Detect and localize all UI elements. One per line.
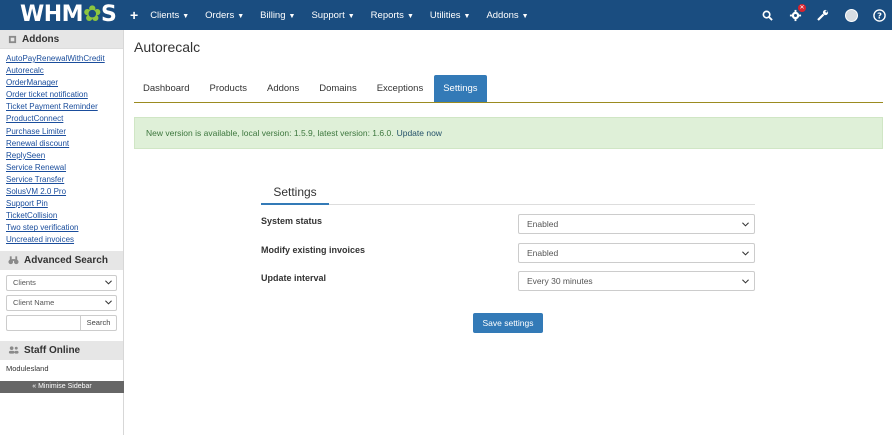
- system-status-select[interactable]: Enabled: [518, 214, 755, 234]
- caret-down-icon: ▼: [521, 12, 529, 20]
- addon-link[interactable]: Service Renewal: [6, 162, 117, 174]
- addon-link[interactable]: SolusVM 2.0 Pro: [6, 186, 117, 198]
- setting-row-modify-invoices: Modify existing invoices Enabled: [261, 243, 755, 263]
- addon-link[interactable]: Support Pin: [6, 198, 117, 210]
- setting-label: Update interval: [261, 273, 327, 283]
- chevron-down-icon: [742, 221, 749, 227]
- tab-settings[interactable]: Settings: [434, 75, 487, 102]
- addon-link[interactable]: ReplySeen: [6, 150, 117, 162]
- nav-clients[interactable]: Clients ▼: [150, 10, 189, 21]
- chevron-down-icon: [105, 280, 112, 285]
- module-tabs: Dashboard Products Addons Domains Except…: [134, 74, 883, 103]
- select-value: Enabled: [527, 219, 559, 229]
- update-alert: New version is available, local version:…: [134, 117, 883, 149]
- addon-link[interactable]: Order ticket notification: [6, 89, 117, 101]
- setting-row-update-interval: Update interval Every 30 minutes: [261, 271, 755, 291]
- caret-down-icon: ▼: [182, 12, 190, 20]
- addon-link[interactable]: OrderManager: [6, 77, 117, 89]
- chevron-down-icon: [105, 300, 112, 305]
- staff-online-header: Staff Online: [0, 340, 123, 360]
- settings-section-header: Settings: [261, 184, 755, 205]
- tab-exceptions[interactable]: Exceptions: [368, 75, 432, 102]
- help-icon[interactable]: ?: [872, 8, 886, 22]
- whmcs-logo[interactable]: WHM✿S: [20, 2, 124, 28]
- settings-heading: Settings: [261, 184, 329, 205]
- tab-addons[interactable]: Addons: [258, 75, 308, 102]
- nav-addons[interactable]: Addons ▼: [486, 10, 528, 21]
- addon-link[interactable]: Uncreated invoices: [6, 234, 117, 246]
- addon-link[interactable]: ProductConnect: [6, 113, 117, 125]
- setting-label: Modify existing invoices: [261, 245, 366, 255]
- chevron-down-icon: [742, 250, 749, 256]
- addons-title: Addons: [22, 33, 60, 45]
- search-field-value: Client Name: [13, 298, 55, 307]
- advanced-search-header: Advanced Search: [0, 250, 123, 270]
- modify-invoices-select[interactable]: Enabled: [518, 243, 755, 263]
- addons-panel-header: Addons: [0, 30, 123, 49]
- nav-orders[interactable]: Orders ▼: [205, 10, 244, 21]
- search-button[interactable]: Search: [80, 314, 117, 331]
- minimise-sidebar-button[interactable]: « Minimise Sidebar: [0, 381, 124, 393]
- addon-link[interactable]: Two step verification: [6, 222, 117, 234]
- user-avatar-icon[interactable]: [844, 8, 858, 22]
- update-interval-select[interactable]: Every 30 minutes: [518, 271, 755, 291]
- search-field-select[interactable]: Client Name: [6, 294, 117, 311]
- nav-support[interactable]: Support ▼: [311, 10, 354, 21]
- caret-down-icon: ▼: [463, 12, 471, 20]
- update-now-link[interactable]: Update now: [397, 128, 442, 138]
- puzzle-icon: [8, 35, 17, 43]
- addon-link[interactable]: Service Transfer: [6, 174, 117, 186]
- tab-products[interactable]: Products: [200, 75, 256, 102]
- staff-member: Modulesland: [6, 363, 49, 373]
- addon-link[interactable]: Ticket Payment Reminder: [6, 101, 117, 113]
- main-nav: + Clients ▼ Orders ▼ Billing ▼ Support ▼ Rep…: [128, 0, 545, 30]
- tab-domains[interactable]: Domains: [310, 75, 366, 102]
- staff-online-title: Staff Online: [24, 344, 81, 356]
- chevron-down-icon: [742, 278, 749, 284]
- setting-row-system-status: System status Enabled: [261, 214, 755, 234]
- advanced-search-title: Advanced Search: [24, 254, 108, 266]
- addon-link[interactable]: AutoPayRenewalWithCredit: [6, 53, 117, 65]
- alert-text: New version is available, local version:…: [146, 128, 394, 138]
- caret-down-icon: ▼: [237, 12, 245, 20]
- sidebar-search: Search: [6, 314, 117, 331]
- addons-list: AutoPayRenewalWithCredit Autorecalc Orde…: [0, 49, 123, 251]
- caret-down-icon: ▼: [288, 12, 296, 20]
- addon-link[interactable]: Autorecalc: [6, 65, 117, 77]
- caret-down-icon: ▼: [406, 12, 414, 20]
- select-value: Enabled: [527, 248, 559, 258]
- nav-reports[interactable]: Reports ▼: [371, 10, 414, 21]
- binoculars-icon: [8, 256, 19, 265]
- wrench-icon[interactable]: [816, 8, 830, 22]
- main-content: Autorecalc Dashboard Products Addons Dom…: [124, 30, 892, 435]
- notification-badge: ✕: [798, 4, 806, 12]
- select-value: Every 30 minutes: [527, 276, 593, 286]
- search-type-select[interactable]: Clients: [6, 274, 117, 291]
- page-title: Autorecalc: [134, 39, 201, 55]
- quick-add-button[interactable]: +: [130, 7, 138, 23]
- tab-dashboard[interactable]: Dashboard: [134, 75, 198, 102]
- search-icon[interactable]: [760, 8, 774, 22]
- caret-down-icon: ▼: [347, 12, 355, 20]
- addon-link[interactable]: Purchase Limiter: [6, 126, 117, 138]
- nav-billing[interactable]: Billing ▼: [260, 10, 295, 21]
- navbar-right-icons: ✕ ?: [760, 0, 886, 30]
- setting-label: System status: [261, 216, 323, 226]
- addon-link[interactable]: Renewal discount: [6, 138, 117, 150]
- sidebar: Addons AutoPayRenewalWithCredit Autoreca…: [0, 30, 124, 435]
- top-navbar: WHM✿S + Clients ▼ Orders ▼ Billing ▼ Suppor…: [0, 0, 892, 30]
- addon-link[interactable]: TicketCollision: [6, 210, 117, 222]
- search-type-value: Clients: [13, 278, 36, 287]
- notifications-icon[interactable]: ✕: [788, 4, 806, 22]
- svg-text:?: ?: [877, 10, 882, 20]
- search-input[interactable]: [6, 314, 80, 331]
- save-settings-button[interactable]: Save settings: [473, 313, 543, 333]
- users-icon: [8, 346, 19, 354]
- nav-utilities[interactable]: Utilities ▼: [430, 10, 471, 21]
